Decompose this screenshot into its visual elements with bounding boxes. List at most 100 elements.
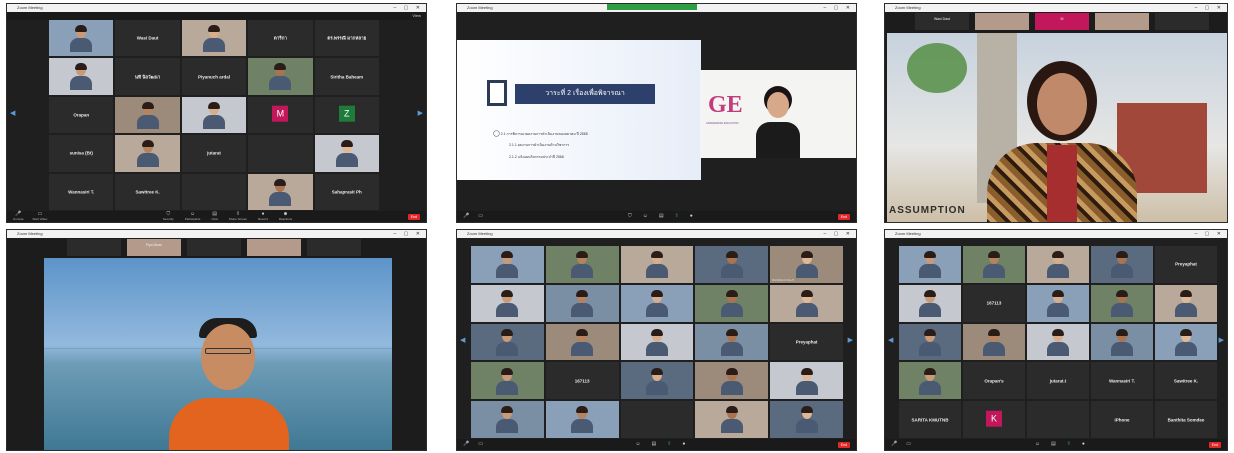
- participant-tile[interactable]: [1155, 323, 1217, 361]
- video-button[interactable]: ▭: [906, 442, 911, 447]
- participant-tile[interactable]: [181, 20, 247, 57]
- record-button[interactable]: ● Record: [258, 212, 268, 222]
- participant-tile[interactable]: [545, 401, 619, 438]
- participant-tile[interactable]: Sawitree K.: [1155, 362, 1217, 400]
- next-page-arrow-icon[interactable]: ▶: [418, 109, 423, 117]
- mute-button[interactable]: 🎤 Unmute: [13, 212, 24, 222]
- participant-tile[interactable]: [770, 284, 843, 322]
- participant-tile[interactable]: ดาริกา: [248, 20, 313, 57]
- participant-tile[interactable]: [1091, 246, 1153, 283]
- participant-tile[interactable]: [899, 284, 961, 322]
- participant-tile[interactable]: [695, 284, 769, 322]
- participant-tile[interactable]: [620, 284, 694, 322]
- participant-tile[interactable]: [545, 323, 619, 361]
- participant-tile[interactable]: [49, 20, 114, 57]
- window-controls[interactable]: – ▢ ✕: [394, 230, 423, 238]
- participant-tile[interactable]: [545, 284, 619, 322]
- chat-button[interactable]: ▤: [651, 442, 656, 447]
- participant-tile[interactable]: [620, 246, 694, 283]
- participant-tile[interactable]: [471, 323, 544, 361]
- participant-tile[interactable]: [1027, 401, 1089, 438]
- participant-tile[interactable]: [181, 96, 247, 134]
- participant-tile[interactable]: sunisa (Bt): [49, 135, 114, 172]
- participant-tile[interactable]: [471, 401, 544, 438]
- participant-tile[interactable]: Preyaphat: [770, 323, 843, 361]
- security-button[interactable]: ⛉: [628, 214, 632, 219]
- participant-tile[interactable]: [963, 246, 1025, 283]
- participant-tile[interactable]: [115, 135, 180, 172]
- participant-tile[interactable]: [695, 323, 769, 361]
- participant-tile[interactable]: [770, 401, 843, 438]
- share-button[interactable]: ⇪: [1067, 442, 1071, 447]
- strip-participant-tile[interactable]: Wasi Daut: [915, 13, 969, 30]
- participant-tile[interactable]: Piyanuch ardal: [181, 58, 247, 95]
- mute-button[interactable]: 🎤: [891, 442, 897, 447]
- participants-button[interactable]: ☺: [1035, 442, 1040, 447]
- video-button[interactable]: ▭ Start Video: [33, 212, 48, 222]
- participant-tile[interactable]: [471, 362, 544, 400]
- participant-tile[interactable]: [695, 401, 769, 438]
- participant-tile[interactable]: ดร.พรรณี มากหลาย: [314, 20, 379, 57]
- chat-button[interactable]: ▤ Chat: [211, 212, 217, 222]
- participant-tile[interactable]: Sahaprasit Ph: [314, 173, 379, 210]
- participant-tile[interactable]: 167113: [963, 284, 1025, 322]
- participants-button[interactable]: ☺: [635, 442, 640, 447]
- screen-share-banner[interactable]: [607, 4, 697, 10]
- prev-page-arrow-icon[interactable]: ◀: [460, 336, 465, 344]
- end-meeting-button[interactable]: End: [837, 213, 850, 220]
- participant-tile[interactable]: [181, 173, 247, 210]
- video-button[interactable]: ▭: [478, 442, 483, 447]
- participant-tile[interactable]: [471, 284, 544, 322]
- next-page-arrow-icon[interactable]: ▶: [848, 336, 853, 344]
- end-meeting-button[interactable]: End: [837, 441, 850, 448]
- participant-tile[interactable]: [963, 323, 1025, 361]
- share-button[interactable]: ⇪ Share Screen: [229, 212, 247, 222]
- participant-tile[interactable]: [1091, 284, 1153, 322]
- strip-participant-tile[interactable]: [1095, 13, 1149, 30]
- strip-participant-tile[interactable]: [307, 239, 361, 256]
- participant-tile[interactable]: [115, 96, 180, 134]
- mute-button[interactable]: 🎤: [463, 442, 469, 447]
- record-button[interactable]: ●: [1082, 442, 1085, 447]
- participant-tile[interactable]: iPhone: [1091, 401, 1153, 438]
- video-button[interactable]: ▭: [478, 214, 483, 219]
- reactions-button[interactable]: ☻ Reactions: [279, 212, 292, 222]
- end-meeting-button[interactable]: End: [1208, 441, 1221, 448]
- participant-tile[interactable]: [1155, 284, 1217, 322]
- participant-tile[interactable]: Z: [314, 96, 379, 134]
- participant-tile[interactable]: Banthita Somdee: [1155, 401, 1217, 438]
- chat-button[interactable]: ▤: [1051, 442, 1056, 447]
- view-button[interactable]: View: [412, 12, 421, 20]
- strip-participant-tile[interactable]: [67, 239, 121, 256]
- participant-tile[interactable]: [314, 135, 379, 172]
- participant-tile[interactable]: SARITA KMUTNB: [899, 401, 961, 438]
- participant-tile[interactable]: [471, 246, 544, 283]
- end-meeting-button[interactable]: End: [407, 213, 420, 220]
- participant-tile[interactable]: BANKEN FIGHT: [770, 246, 843, 283]
- window-controls[interactable]: – ▢ ✕: [1195, 4, 1224, 12]
- share-button[interactable]: ⇪: [667, 442, 671, 447]
- prev-page-arrow-icon[interactable]: ◀: [888, 336, 893, 344]
- participant-tile[interactable]: Wasi Daut: [115, 20, 180, 57]
- participant-tile[interactable]: jutarat.t: [1027, 362, 1089, 400]
- participant-tile[interactable]: [545, 246, 619, 283]
- participant-tile[interactable]: [248, 58, 313, 95]
- strip-participant-tile[interactable]: [975, 13, 1029, 30]
- window-controls[interactable]: – ▢ ✕: [1195, 230, 1224, 238]
- participant-tile[interactable]: Wannasiri T.: [1091, 362, 1153, 400]
- record-button[interactable]: ●: [682, 442, 685, 447]
- window-controls[interactable]: – ▢ ✕: [394, 4, 423, 12]
- participants-button[interactable]: ☺: [643, 214, 648, 219]
- participant-tile[interactable]: Siritha Baheam: [314, 58, 379, 95]
- strip-participant-tile[interactable]: Piya Muan: [127, 239, 181, 256]
- participant-tile[interactable]: Orapan's: [963, 362, 1025, 400]
- window-controls[interactable]: – ▢ ✕: [824, 230, 853, 238]
- participant-tile[interactable]: [1027, 284, 1089, 322]
- participant-tile[interactable]: [620, 401, 694, 438]
- strip-participant-tile[interactable]: M: [1035, 13, 1089, 30]
- participant-tile[interactable]: [620, 323, 694, 361]
- window-controls[interactable]: – ▢ ✕: [824, 4, 853, 12]
- participant-tile[interactable]: [49, 58, 114, 95]
- participant-tile[interactable]: [899, 323, 961, 361]
- mute-button[interactable]: 🎤: [463, 214, 469, 219]
